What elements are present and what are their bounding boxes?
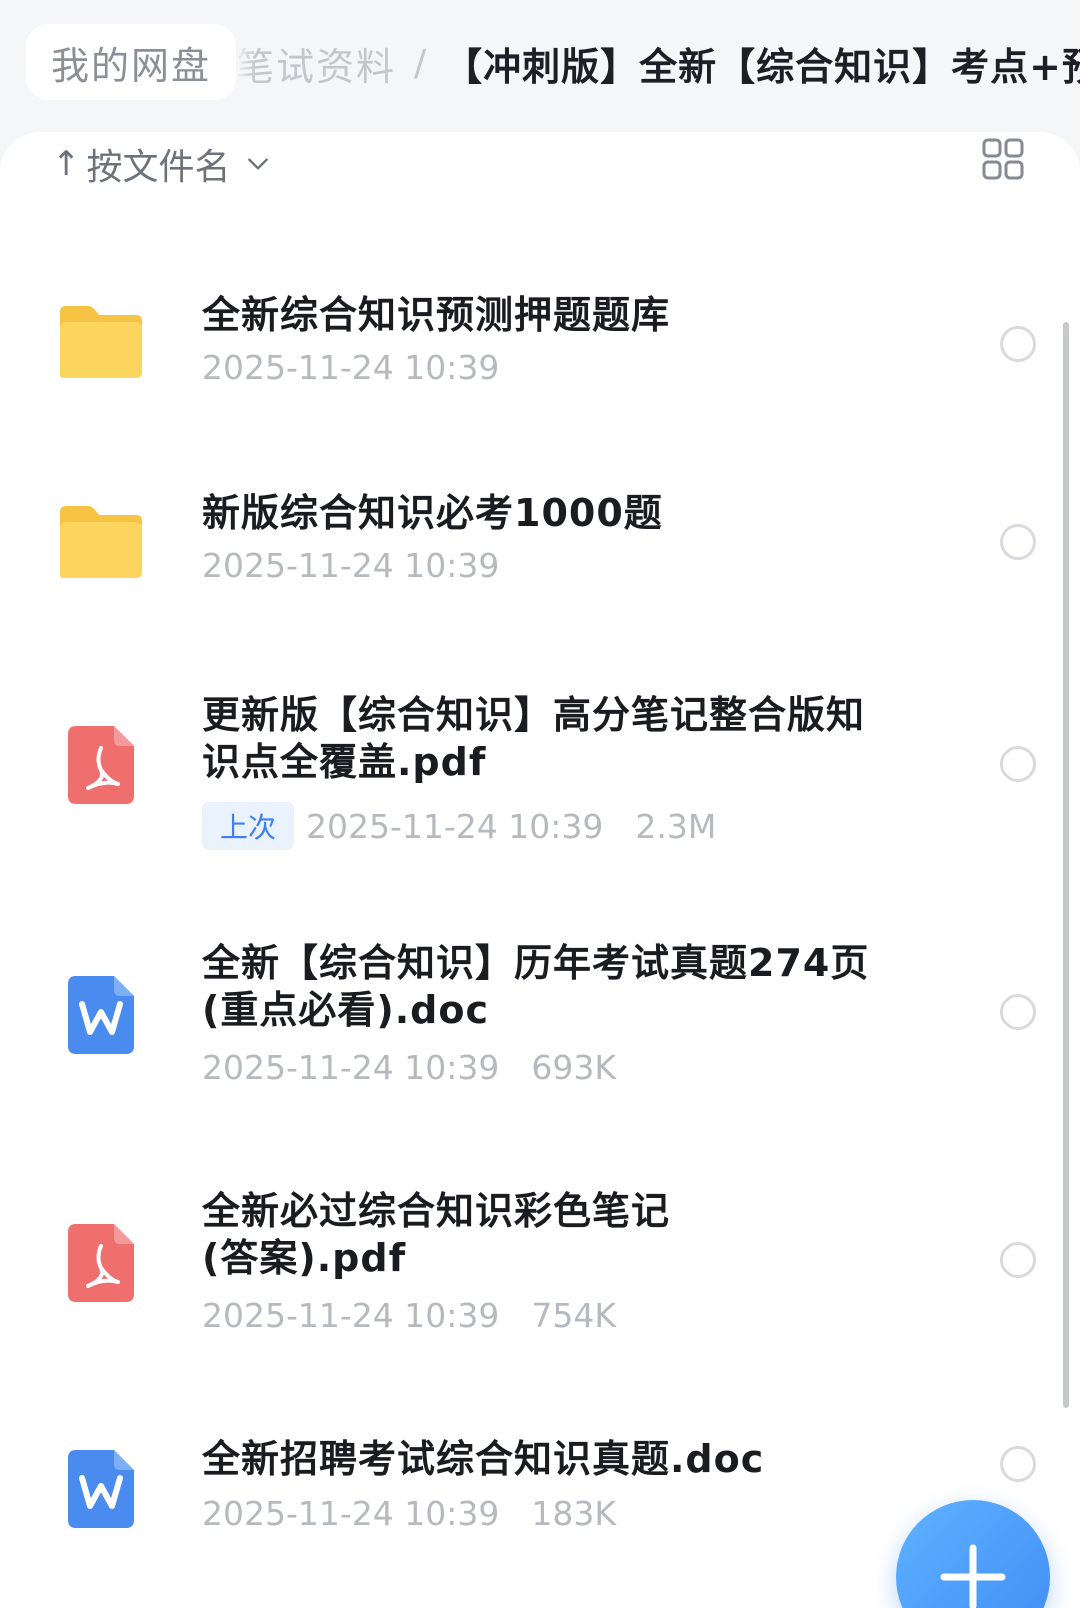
breadcrumb-separator: / [414, 43, 427, 84]
breadcrumb-current: 【冲刺版】全新【综合知识】考点+预测 [444, 45, 1080, 89]
last-opened-badge: 上次 [202, 802, 295, 850]
sort-direction-icon[interactable]: ↑ [52, 144, 81, 184]
select-checkbox[interactable] [1000, 1446, 1036, 1482]
pdf-icon [68, 1224, 134, 1302]
file-size: 2.3M [635, 806, 717, 846]
file-name: 新版综合知识必考1000题 [202, 491, 663, 535]
file-date: 2025-11-24 10:39 [202, 1494, 500, 1533]
file-date: 2025-11-24 10:39 [202, 1296, 500, 1335]
file-name: 全新综合知识预测押题题库 [202, 293, 671, 337]
file-meta: 2025-11-24 10:39 693K [202, 1048, 616, 1087]
word-icon [68, 976, 134, 1054]
select-checkbox[interactable] [1000, 326, 1036, 362]
breadcrumb-home[interactable]: 我的网盘 [26, 24, 236, 100]
file-date: 2025-11-24 10:39 [202, 546, 500, 585]
select-checkbox[interactable] [1000, 524, 1036, 560]
breadcrumb: 我的网盘 笔试资料 / 【冲刺版】全新【综合知识】考点+预测 [0, 0, 1080, 130]
file-browser-page: 我的网盘 笔试资料 / 【冲刺版】全新【综合知识】考点+预测 ↑ 按文件名 全新… [0, 0, 1080, 1608]
pdf-icon [68, 726, 134, 804]
file-name: 全新招聘考试综合知识真题.doc [202, 1437, 765, 1481]
breadcrumb-trail: 笔试资料 / 【冲刺版】全新【综合知识】考点+预测 [236, 36, 1080, 91]
file-meta: 2025-11-24 10:39 183K [202, 1494, 616, 1533]
word-icon [68, 1450, 134, 1528]
scrollbar[interactable] [1063, 322, 1069, 1408]
sort-selector[interactable]: ↑ 按文件名 [52, 138, 271, 190]
file-name-line: 识点全覆盖.pdf [202, 740, 487, 784]
file-name-line: 全新【综合知识】历年考试真题274页 [202, 941, 870, 985]
select-checkbox[interactable] [1000, 746, 1036, 782]
plus-icon [940, 1544, 1006, 1608]
select-checkbox[interactable] [1000, 994, 1036, 1030]
folder-icon [60, 506, 142, 578]
chevron-down-icon [247, 158, 268, 170]
sort-label: 按文件名 [86, 147, 231, 188]
file-meta: 2025-11-24 10:39 [202, 546, 499, 585]
file-meta: 上次 2025-11-24 10:39 2.3M [202, 802, 716, 850]
breadcrumb-parent[interactable]: 笔试资料 [236, 36, 396, 91]
file-size: 693K [531, 1048, 617, 1087]
file-date: 2025-11-24 10:39 [202, 348, 500, 387]
file-name-line: 全新必过综合知识彩色笔记 [202, 1189, 671, 1233]
file-name-line: (答案).pdf [202, 1236, 407, 1280]
folder-icon [60, 306, 142, 378]
select-checkbox[interactable] [1000, 1242, 1036, 1278]
grid-view-icon[interactable] [982, 138, 1024, 180]
file-size: 183K [531, 1494, 617, 1533]
list-item[interactable]: 全新【综合知识】历年考试真题274页 (重点必看).doc 2025-11-24… [0, 928, 1080, 1108]
list-item[interactable]: 全新综合知识预测押题题库 2025-11-24 10:39 [0, 280, 1080, 420]
list-item[interactable]: 新版综合知识必考1000题 2025-11-24 10:39 [0, 480, 1080, 620]
file-size: 754K [531, 1296, 617, 1335]
file-meta: 2025-11-24 10:39 754K [202, 1296, 616, 1335]
file-name: 全新必过综合知识彩色笔记 (答案).pdf [202, 1188, 882, 1282]
file-date: 2025-11-24 10:39 [202, 1048, 500, 1087]
file-date: 2025-11-24 10:39 [306, 806, 604, 846]
list-item[interactable]: 更新版【综合知识】高分笔记整合版知 识点全覆盖.pdf 上次 2025-11-2… [0, 680, 1080, 860]
list-item[interactable]: 全新必过综合知识彩色笔记 (答案).pdf 2025-11-24 10:39 7… [0, 1176, 1080, 1356]
file-name: 更新版【综合知识】高分笔记整合版知 识点全覆盖.pdf [202, 692, 882, 786]
file-meta: 2025-11-24 10:39 [202, 348, 499, 387]
file-name: 全新【综合知识】历年考试真题274页 (重点必看).doc [202, 940, 882, 1034]
file-name-line: (重点必看).doc [202, 988, 490, 1032]
file-name-line: 更新版【综合知识】高分笔记整合版知 [202, 693, 866, 737]
